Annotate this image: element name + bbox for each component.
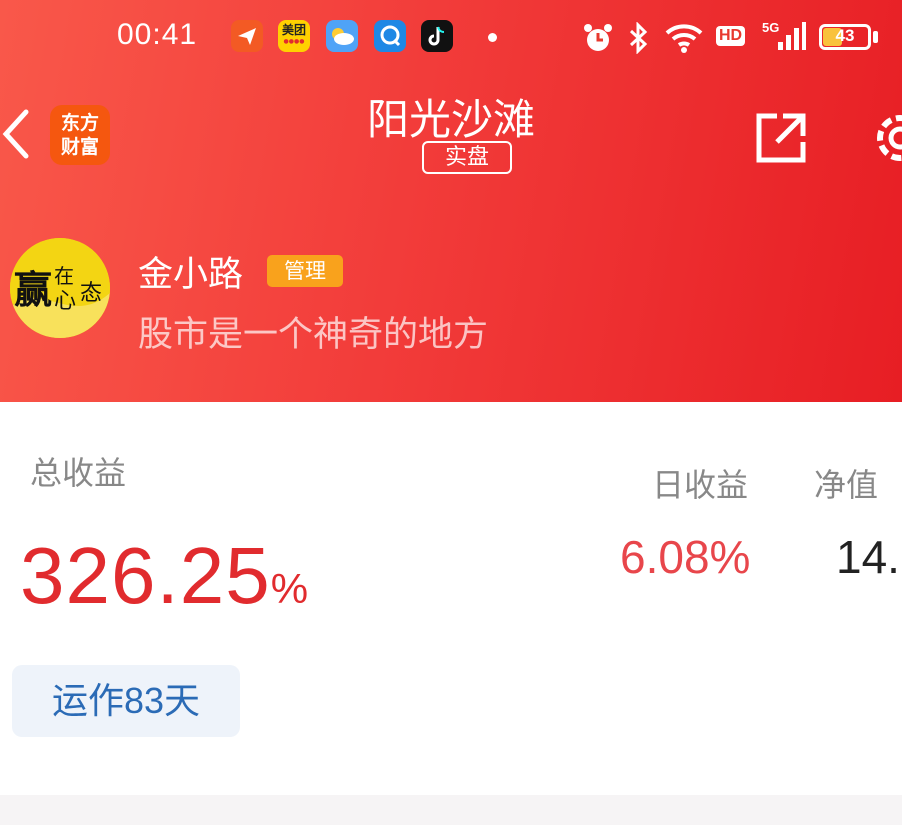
weather-app-icon	[326, 20, 358, 52]
bluetooth-icon	[627, 21, 649, 58]
user-name[interactable]: 金小路	[138, 246, 243, 297]
svg-text:在: 在	[54, 264, 74, 288]
section-divider	[0, 795, 902, 825]
daily-return-value: 6.08%	[620, 531, 751, 583]
svg-text:赢: 赢	[14, 267, 52, 312]
daily-return-label: 日收益	[652, 466, 749, 504]
total-return-label: 总收益	[30, 454, 127, 492]
live-account-badge: 实盘	[422, 141, 512, 174]
gear-icon	[877, 115, 902, 161]
admin-badge: 管理	[267, 255, 343, 287]
alarm-icon	[582, 22, 614, 58]
net-value-label: 净值	[814, 466, 879, 504]
browser-app-icon	[374, 20, 406, 52]
avatar-image: 赢 在 心 态	[10, 238, 110, 338]
wifi-icon	[664, 22, 704, 58]
net-value-value: 14.8	[836, 531, 902, 583]
share-button[interactable]	[753, 110, 809, 170]
user-bio: 股市是一个神奇的地方	[138, 315, 489, 355]
paper-plane-app-icon	[231, 20, 263, 52]
share-icon	[756, 113, 806, 163]
status-time: 00:41	[117, 18, 198, 51]
svg-text:态: 态	[80, 281, 102, 306]
svg-text:心: 心	[54, 289, 76, 314]
battery-indicator: 43	[819, 24, 871, 50]
avatar[interactable]: 赢 在 心 态	[10, 238, 110, 338]
notification-dot	[488, 33, 497, 42]
settings-button[interactable]	[868, 110, 902, 170]
meituan-app-icon: 美团 ●●●●	[278, 20, 310, 52]
running-days-badge: 运作83天	[12, 665, 240, 737]
tiktok-app-icon	[421, 20, 453, 52]
total-return-value: 326.25%	[20, 531, 309, 620]
header-banner: 00:41 美团 ●●●● HD 5G 43 东方 财富 阳光沙滩 实盘 赢 在…	[0, 0, 902, 402]
hd-icon: HD	[716, 25, 746, 46]
status-bar: 00:41 美团 ●●●● HD 5G 43	[0, 0, 902, 75]
